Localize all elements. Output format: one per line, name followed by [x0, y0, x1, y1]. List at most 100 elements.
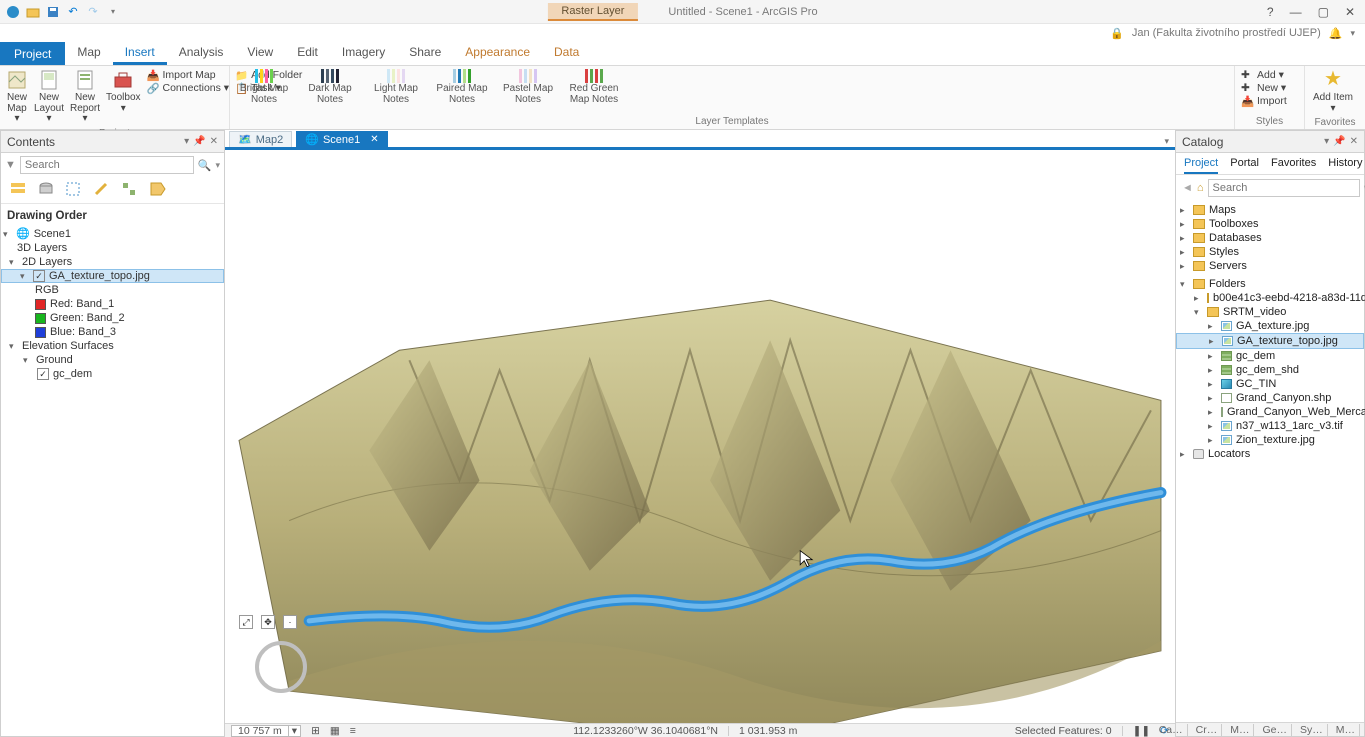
panel-menu-icon[interactable]: ▾ [184, 136, 189, 147]
tab-view[interactable]: View [235, 42, 285, 65]
map-notes-bright-map-notes[interactable]: Bright Map Notes [236, 69, 292, 105]
status-tab[interactable]: M… [1332, 724, 1360, 736]
styles-import-button[interactable]: 📥Import [1241, 95, 1287, 107]
list-by-editing-icon[interactable] [93, 181, 111, 197]
folders-node[interactable]: Folders [1176, 277, 1364, 291]
connections-button[interactable]: 🔗Connections ▾ [147, 82, 230, 94]
undo-icon[interactable]: ↶ [66, 5, 80, 19]
tab-data[interactable]: Data [542, 42, 591, 65]
elevation-surfaces-node[interactable]: Elevation Surfaces [1, 339, 224, 353]
tab-share[interactable]: Share [397, 42, 453, 65]
status-tool-icon-1[interactable]: ⊞ [311, 725, 320, 737]
status-tab[interactable]: Ge… [1258, 724, 1292, 736]
redo-icon[interactable]: ↷ [86, 5, 100, 19]
new-layout-button[interactable]: New Layout ▾ [34, 69, 64, 125]
map-notes-paired-map-notes[interactable]: Paired Map Notes [434, 69, 490, 105]
close-panel-icon[interactable]: ✕ [1350, 136, 1358, 147]
view-tab-map2[interactable]: 🗺️Map2 [229, 131, 292, 147]
signed-in-user[interactable]: Jan (Fakulta životního prostředí UJEP) [1132, 27, 1321, 39]
search-icon[interactable]: 🔍 [198, 159, 212, 172]
locators-node[interactable]: Locators [1176, 447, 1364, 461]
catalog-file[interactable]: Grand_Canyon_Web_Mercator.shp [1176, 405, 1364, 419]
map-notes-pastel-map-notes[interactable]: Pastel Map Notes [500, 69, 556, 105]
catalog-file[interactable]: gc_dem_shd [1176, 363, 1364, 377]
tab-analysis[interactable]: Analysis [167, 42, 236, 65]
home-icon[interactable]: ⌂ [1197, 182, 1204, 194]
scale-selector[interactable]: 10 757 m▾ [231, 725, 301, 737]
styles-new-button[interactable]: ✚New ▾ [1241, 82, 1287, 94]
hash-folder-node[interactable]: b00e41c3-eebd-4218-a83d-11daac45 [1176, 291, 1364, 305]
catalog-tab-favorites[interactable]: Favorites [1271, 157, 1316, 174]
layer-visibility-checkbox[interactable]: ✓ [33, 270, 45, 282]
list-by-snap-icon[interactable] [121, 181, 139, 197]
add-item-button[interactable]: ★Add Item ▾ [1311, 69, 1355, 114]
catalog-tab-portal[interactable]: Portal [1230, 157, 1259, 174]
help-icon[interactable]: ? [1267, 5, 1274, 19]
tab-imagery[interactable]: Imagery [330, 42, 397, 65]
back-icon[interactable]: ◄ [1182, 182, 1193, 194]
styles-add-button[interactable]: ✚Add ▾ [1241, 69, 1287, 81]
catalog-tab-project[interactable]: Project [1184, 157, 1218, 174]
tab-insert[interactable]: Insert [113, 42, 167, 65]
catalog-file[interactable]: GA_texture.jpg [1176, 319, 1364, 333]
layer-ga-texture-topo[interactable]: ✓GA_texture_topo.jpg [1, 269, 224, 283]
status-tab[interactable]: Ca… [1155, 724, 1188, 736]
tab-project[interactable]: Project [0, 42, 65, 65]
open-icon[interactable] [26, 5, 40, 19]
maximize-icon[interactable]: ▢ [1318, 5, 1329, 19]
list-by-source-icon[interactable] [37, 181, 55, 197]
pause-icon[interactable]: ❚❚ [1133, 725, 1151, 737]
catalog-node-servers[interactable]: Servers [1176, 259, 1364, 273]
catalog-node-toolboxes[interactable]: Toolboxes [1176, 217, 1364, 231]
search-menu-icon[interactable]: ▾ [215, 160, 220, 171]
save-icon[interactable] [46, 5, 60, 19]
notifications-icon[interactable]: 🔔 [1329, 27, 1343, 40]
3d-layers-node[interactable]: 3D Layers [1, 241, 224, 255]
catalog-node-databases[interactable]: Databases [1176, 231, 1364, 245]
catalog-file[interactable]: Zion_texture.jpg [1176, 433, 1364, 447]
status-tab[interactable]: Sy… [1296, 724, 1328, 736]
close-panel-icon[interactable]: ✕ [210, 136, 218, 147]
tab-edit[interactable]: Edit [285, 42, 330, 65]
map-notes-red-green-map-notes[interactable]: Red Green Map Notes [566, 69, 622, 105]
catalog-file[interactable]: GA_texture_topo.jpg [1176, 333, 1364, 349]
catalog-file[interactable]: GC_TIN [1176, 377, 1364, 391]
layer-templates-gallery[interactable]: Bright Map Notes Dark Map Notes Light Map … [230, 66, 1234, 116]
catalog-search-input[interactable] [1208, 179, 1360, 197]
view-tab-scene1[interactable]: 🌐Scene1✕ [296, 131, 387, 147]
catalog-file[interactable]: gc_dem [1176, 349, 1364, 363]
gc-dem-checkbox[interactable]: ✓ [37, 368, 49, 380]
tab-map[interactable]: Map [65, 42, 112, 65]
srtm-folder-node[interactable]: SRTM_video [1176, 305, 1364, 319]
status-tab[interactable]: Cr… [1192, 724, 1223, 736]
list-by-label-icon[interactable] [149, 181, 167, 197]
filter-icon[interactable]: ▼ [5, 159, 16, 171]
full-extent-icon[interactable]: ⤢ [239, 615, 253, 629]
pin-icon[interactable]: 📌 [193, 136, 205, 147]
status-tab[interactable]: M… [1226, 724, 1254, 736]
ground-node[interactable]: Ground [1, 353, 224, 367]
list-by-drawing-icon[interactable] [9, 181, 27, 197]
gc-dem-layer[interactable]: ✓gc_dem [1, 367, 224, 381]
contents-search-input[interactable] [20, 156, 194, 174]
minimize-icon[interactable]: — [1290, 5, 1302, 19]
status-tool-icon-3[interactable]: ≡ [350, 725, 356, 737]
close-tab-icon[interactable]: ✕ [370, 134, 378, 145]
explore-icon[interactable]: ✥ [261, 615, 275, 629]
map-notes-light-map-notes[interactable]: Light Map Notes [368, 69, 424, 105]
new-map-button[interactable]: New Map ▾ [6, 69, 28, 125]
catalog-file[interactable]: n37_w113_1arc_v3.tif [1176, 419, 1364, 433]
close-icon[interactable]: ✕ [1345, 5, 1355, 19]
view-tabs-menu-icon[interactable]: ▾ [1158, 136, 1175, 147]
catalog-file[interactable]: Grand_Canyon.shp [1176, 391, 1364, 405]
panel-menu-icon[interactable]: ▾ [1324, 136, 1329, 147]
new-report-button[interactable]: New Report ▾ [70, 69, 100, 125]
list-by-selection-icon[interactable] [65, 181, 83, 197]
tab-appearance[interactable]: Appearance [453, 42, 542, 65]
catalog-node-styles[interactable]: Styles [1176, 245, 1364, 259]
scene-node[interactable]: 🌐Scene1 [1, 226, 224, 241]
catalog-node-maps[interactable]: Maps [1176, 203, 1364, 217]
pin-icon[interactable]: 📌 [1333, 136, 1345, 147]
import-map-button[interactable]: 📥Import Map [147, 69, 230, 81]
map-notes-dark-map-notes[interactable]: Dark Map Notes [302, 69, 358, 105]
